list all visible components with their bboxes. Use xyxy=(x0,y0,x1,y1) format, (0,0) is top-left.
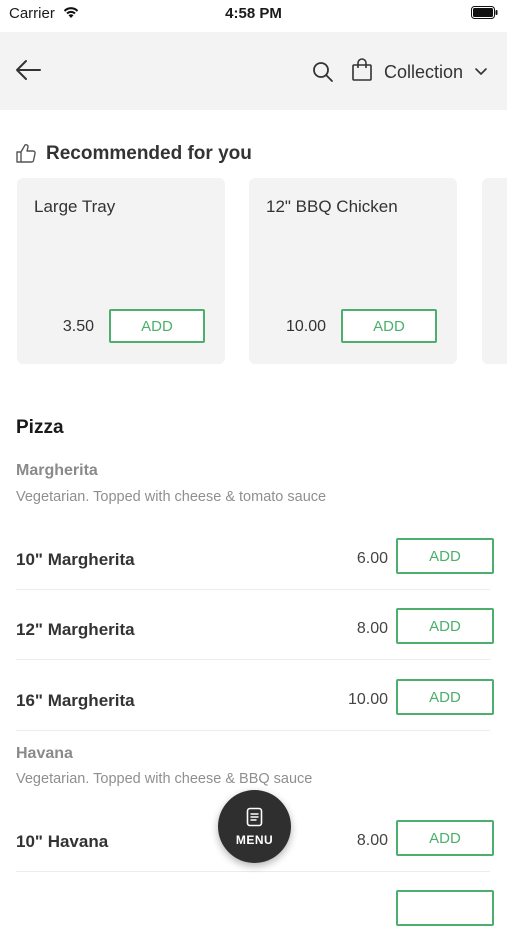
menu-item-name: 12" Margherita xyxy=(16,620,135,639)
section-title-pizza: Pizza xyxy=(16,417,64,438)
recommended-item-name: Large Tray xyxy=(34,197,116,216)
top-nav-bar: Collection xyxy=(0,32,507,110)
collection-mode-dropdown[interactable]: Collection xyxy=(384,62,463,83)
thumbs-up-icon xyxy=(16,144,36,163)
menu-item-price: 6.00 xyxy=(356,550,388,567)
search-icon[interactable] xyxy=(312,61,334,83)
menu-group-name: Havana xyxy=(16,745,73,762)
menu-item-price: 8.00 xyxy=(356,832,388,849)
recommended-item-price: 3.50 xyxy=(62,318,94,335)
menu-group-description: Vegetarian. Topped with cheese & tomato … xyxy=(16,489,327,505)
add-button[interactable]: ADD xyxy=(396,820,494,856)
status-bar: Carrier 4:58 PM xyxy=(0,0,507,30)
menu-item-price: 8.00 xyxy=(356,620,388,637)
menu-item-price: 10.00 xyxy=(347,691,388,708)
row-divider xyxy=(16,589,490,590)
recommended-card[interactable]: 12" BBQ Chicken 10.00 ADD xyxy=(249,178,457,364)
recommended-heading: Recommended for you xyxy=(46,143,252,164)
menu-group-description: Vegetarian. Topped with cheese & BBQ sau… xyxy=(16,771,313,787)
menu-item-name: 10" Margherita xyxy=(16,550,135,569)
shopping-bag-icon[interactable] xyxy=(351,58,373,82)
add-button[interactable]: ADD xyxy=(109,309,205,343)
back-arrow-icon[interactable] xyxy=(14,58,42,82)
chevron-down-icon[interactable] xyxy=(474,67,488,77)
recommended-item-name: 12" BBQ Chicken xyxy=(266,197,398,216)
menu-book-icon xyxy=(246,807,263,827)
battery-icon xyxy=(471,6,498,19)
row-divider xyxy=(16,730,490,731)
add-button[interactable]: ADD xyxy=(396,608,494,644)
menu-fab-button[interactable]: MENU xyxy=(218,790,291,863)
row-divider xyxy=(16,871,490,872)
menu-item-name: 10" Havana xyxy=(16,832,109,851)
recommended-card-partial[interactable] xyxy=(482,178,507,364)
recommended-item-price: 10.00 xyxy=(285,318,326,335)
add-button-partial[interactable] xyxy=(396,890,494,926)
add-button[interactable]: ADD xyxy=(341,309,437,343)
add-button[interactable]: ADD xyxy=(396,538,494,574)
clock: 4:58 PM xyxy=(225,5,282,22)
menu-item-name: 16" Margherita xyxy=(16,691,135,710)
menu-fab-label: MENU xyxy=(235,833,274,847)
recommended-card[interactable]: Large Tray 3.50 ADD xyxy=(17,178,225,364)
add-button[interactable]: ADD xyxy=(396,679,494,715)
row-divider xyxy=(16,659,490,660)
menu-group-name: Margherita xyxy=(16,462,98,479)
